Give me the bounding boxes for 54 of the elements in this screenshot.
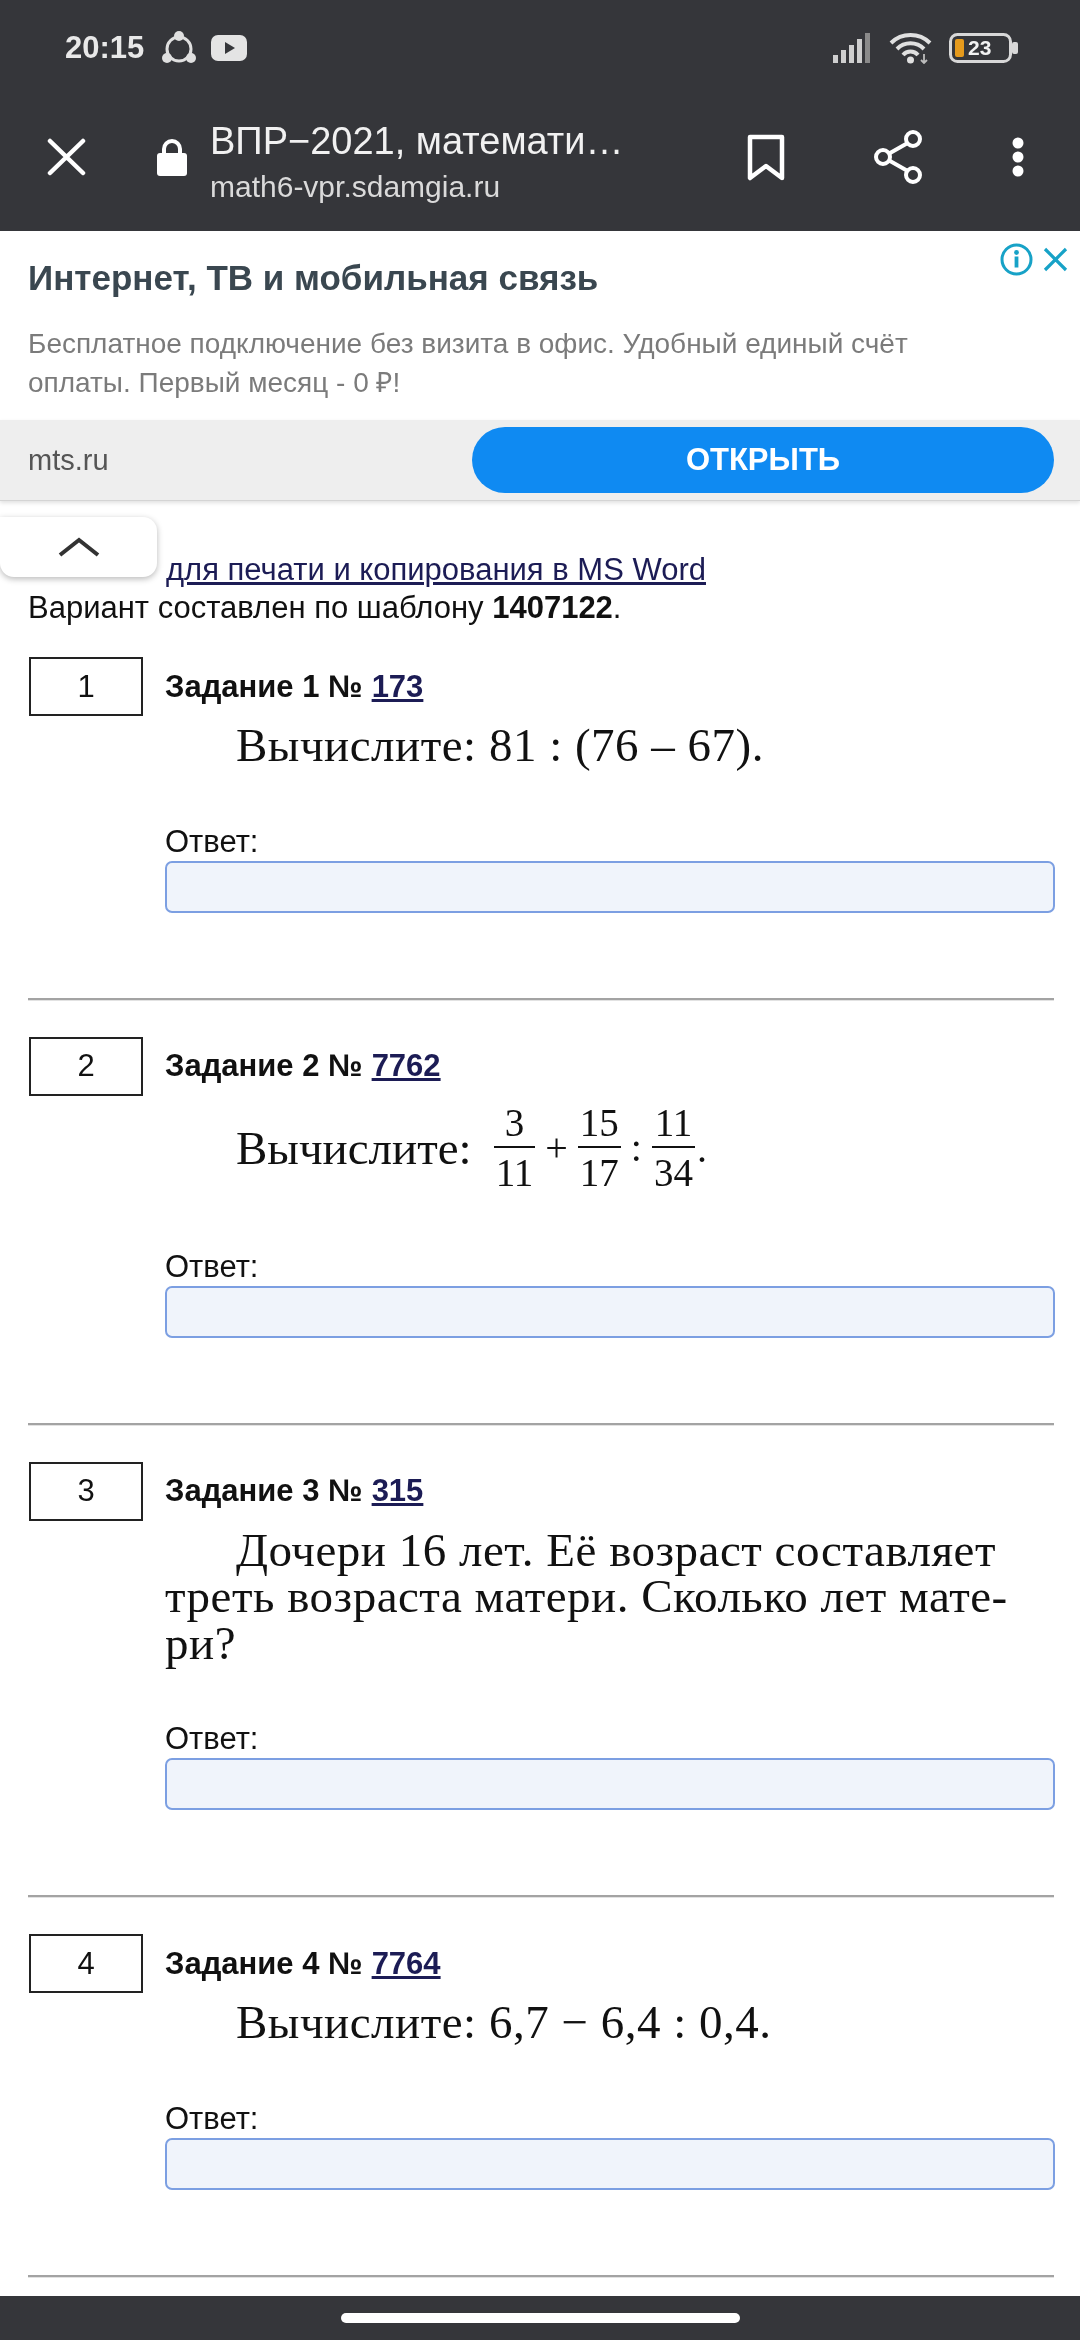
collapse-button[interactable] xyxy=(0,517,157,577)
fraction-denominator: 11 xyxy=(494,1149,535,1194)
answer-field[interactable] xyxy=(165,1758,1055,1810)
fraction-denominator: 17 xyxy=(578,1149,620,1194)
fraction-numerator: 11 xyxy=(651,1101,695,1148)
more-options-icon[interactable] xyxy=(1012,137,1024,177)
answer-label: Ответ: xyxy=(165,2099,260,2138)
battery-icon xyxy=(949,32,1018,63)
task-heading: Задание 1 № xyxy=(165,668,363,705)
task-heading: Задание 4 № xyxy=(165,1945,363,1982)
math-symbol: : xyxy=(630,1124,642,1171)
signal-icon xyxy=(833,32,873,63)
task-link[interactable]: 7762 xyxy=(371,1048,441,1084)
wifi-icon xyxy=(888,31,933,64)
task-heading: Задание 2 № xyxy=(165,1048,363,1084)
answer-label: Ответ: xyxy=(165,1720,260,1758)
page-title: ВПР−2021, математи… xyxy=(210,119,624,163)
status-time: 20:15 xyxy=(65,29,145,66)
play-button-icon xyxy=(211,34,248,61)
template-note: Вариант составлен по шаблону 1407122. xyxy=(28,589,622,627)
share-icon[interactable] xyxy=(873,130,923,184)
open-button[interactable]: ОТКРЫТЬ xyxy=(472,427,1054,493)
circle-dots-icon xyxy=(160,29,199,66)
caret-up-icon xyxy=(57,537,100,557)
task-number: 4 xyxy=(29,1934,143,1993)
fraction-denominator: 34 xyxy=(652,1149,694,1194)
print-version-link[interactable]: для печати и копирования в MS Word xyxy=(166,551,706,589)
fraction-numerator: 15 xyxy=(577,1101,621,1148)
math-symbol: + xyxy=(545,1124,568,1171)
bookmark-icon[interactable] xyxy=(747,133,785,181)
task-link[interactable]: 173 xyxy=(371,668,424,705)
task-number: 1 xyxy=(29,657,143,716)
answer-label: Ответ: xyxy=(165,822,260,861)
battery-percentage: 23 xyxy=(968,36,992,59)
task-link[interactable]: 7764 xyxy=(371,1945,441,1982)
answer-label: Ответ: xyxy=(165,1247,260,1286)
ad-title: Интернет, ТВ и мобильная связь xyxy=(28,257,599,299)
task-link[interactable]: 315 xyxy=(371,1473,424,1509)
problem-text: Вычислите: xyxy=(236,1124,472,1171)
ad-domain: mts.ru xyxy=(28,443,109,477)
problem-text: Вычислите: 6,7 − 6,4 : 0,4. xyxy=(235,1999,773,2046)
ad-description: Бесплатное подключение без визита в офис. Удобный единый счёт оплаты. Первый месяц - 0 ₽! xyxy=(28,327,909,400)
answer-field[interactable] xyxy=(165,860,1055,913)
fraction-numerator: 3 xyxy=(493,1101,536,1148)
math-symbol: . xyxy=(696,1125,707,1172)
task-number: 2 xyxy=(29,1036,143,1096)
answer-field[interactable] xyxy=(165,1285,1055,1338)
lock-icon[interactable] xyxy=(157,138,187,176)
task-heading: Задание 3 № xyxy=(165,1473,363,1509)
answer-field[interactable] xyxy=(165,2137,1055,2190)
task-number: 3 xyxy=(29,1461,143,1521)
problem-text: Вычислите: 81 : (76 – 67). xyxy=(235,722,765,769)
page-url: math6-vpr.sdamgia.ru xyxy=(210,169,501,205)
info-icon[interactable] xyxy=(1000,243,1033,276)
